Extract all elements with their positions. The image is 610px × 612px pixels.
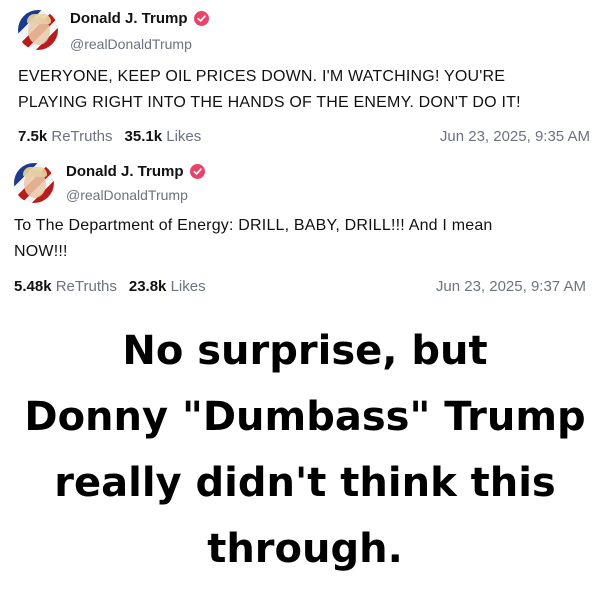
post-body-line: EVERYONE, KEEP OIL PRICES DOWN. I'M WATC… [18,68,506,85]
caption-line: Donny "Dumbass" Trump [24,394,586,440]
meme-caption: No surprise, but Donny "Dumbass" Trump r… [0,318,610,582]
handle[interactable]: @realDonaldTrump [66,187,188,203]
retruths-stat[interactable]: 7.5k ReTruths [18,128,113,145]
caption-line: No surprise, but [122,328,488,374]
post-body: EVERYONE, KEEP OIL PRICES DOWN. I'M WATC… [18,64,521,116]
post-card[interactable]: Donald J. Trump @realDonaldTrump To The … [0,155,610,305]
likes-stat[interactable]: 35.1k Likes [125,128,202,145]
retruths-label: ReTruths [55,278,117,295]
post-stats: 7.5k ReTruths 35.1k Likes [18,128,201,145]
post-card[interactable]: Donald J. Trump @realDonaldTrump EVERYON… [0,0,610,155]
verified-badge-icon [189,164,205,179]
retruths-stat[interactable]: 5.48k ReTruths [14,278,117,295]
retruths-count: 7.5k [18,128,48,145]
avatar[interactable] [14,163,54,203]
post-body-line: PLAYING RIGHT INTO THE HANDS OF THE ENEM… [18,94,521,111]
likes-label: Likes [166,128,202,145]
post-body-line: NOW!!! [14,243,68,260]
post-body: To The Department of Energy: DRILL, BABY… [14,213,493,265]
likes-label: Likes [170,278,206,295]
post-timestamp[interactable]: Jun 23, 2025, 9:37 AM [436,278,586,295]
display-name[interactable]: Donald J. Trump [66,163,184,180]
handle[interactable]: @realDonaldTrump [70,36,192,52]
likes-count: 23.8k [128,278,167,295]
likes-count: 35.1k [124,128,163,145]
post-stats: 5.48k ReTruths 23.8k Likes [14,278,206,295]
likes-stat[interactable]: 23.8k Likes [129,278,206,295]
caption-line: really didn't think this [54,460,556,506]
caption-line: through. [207,526,403,572]
post-timestamp[interactable]: Jun 23, 2025, 9:35 AM [440,128,590,145]
retruths-label: ReTruths [51,128,113,145]
verified-badge-icon [193,11,209,26]
display-name[interactable]: Donald J. Trump [70,10,188,27]
avatar[interactable] [18,10,58,50]
retruths-count: 5.48k [14,278,52,295]
post-body-line: To The Department of Energy: DRILL, BABY… [14,217,493,234]
